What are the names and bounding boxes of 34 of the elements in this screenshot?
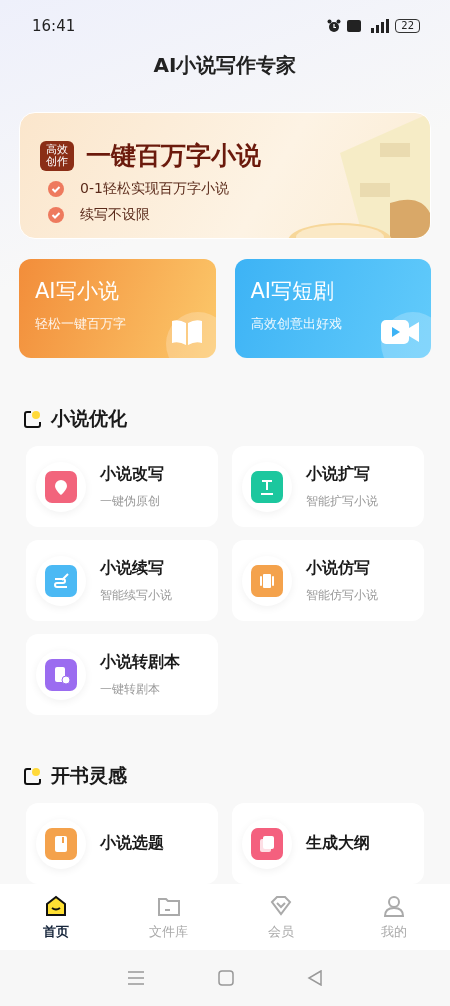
tool-title: 小说扩写 [306,463,371,485]
tool-card[interactable]: 生成大纲 [232,803,424,884]
section-title: 小说优化 [51,406,127,431]
section-title: 开书灵感 [51,763,127,788]
tool-card[interactable]: 小说续写 智能续写小说 [26,540,218,621]
tool-subtitle: 一键伪原创 [100,492,161,510]
tool-card[interactable]: 小说仿写 智能仿写小说 [232,540,424,621]
banner-point: 0-1轻松实现百万字小说 [80,180,229,198]
card-title: AI写短剧 [250,278,336,305]
card-subtitle: 轻松一键百万字 [35,315,127,333]
tool-title: 生成大纲 [306,833,370,854]
tab[interactable]: 首页 [0,884,113,950]
tool-card[interactable]: 小说转剧本 一键转剧本 [26,634,218,715]
promo-banner[interactable]: 高效创作 一键百万字小说 0-1轻松实现百万字小说 续写不设限 [19,112,431,239]
app-title: AI小说写作专家 [152,52,298,79]
tool-title: 小说仿写 [306,557,371,579]
tool-subtitle: 智能仿写小说 [306,586,378,604]
battery-level: 22 [395,19,420,33]
tool-card[interactable]: 小说扩写 智能扩写小说 [232,446,424,527]
card-subtitle: 高效创意出好戏 [250,315,343,333]
banner-point: 续写不设限 [80,206,150,224]
tool-title: 小说转剧本 [100,651,180,673]
status-time: 16:41 [32,17,76,35]
banner-headline: 一键百万字小说 [86,140,261,172]
tool-title: 小说改写 [100,463,164,485]
tool-subtitle: 智能扩写小说 [306,492,378,510]
tool-card[interactable]: 小说选题 [26,803,218,884]
tool-subtitle: 智能续写小说 [100,586,172,604]
card-title: AI写小说 [35,278,120,305]
tool-title: 小说选题 [100,833,164,854]
badge: 高效创作 [40,140,74,171]
tool-subtitle: 一键转剧本 [100,680,161,698]
tool-title: 小说续写 [100,557,165,579]
tool-card[interactable]: 小说改写 一键伪原创 [26,446,218,527]
